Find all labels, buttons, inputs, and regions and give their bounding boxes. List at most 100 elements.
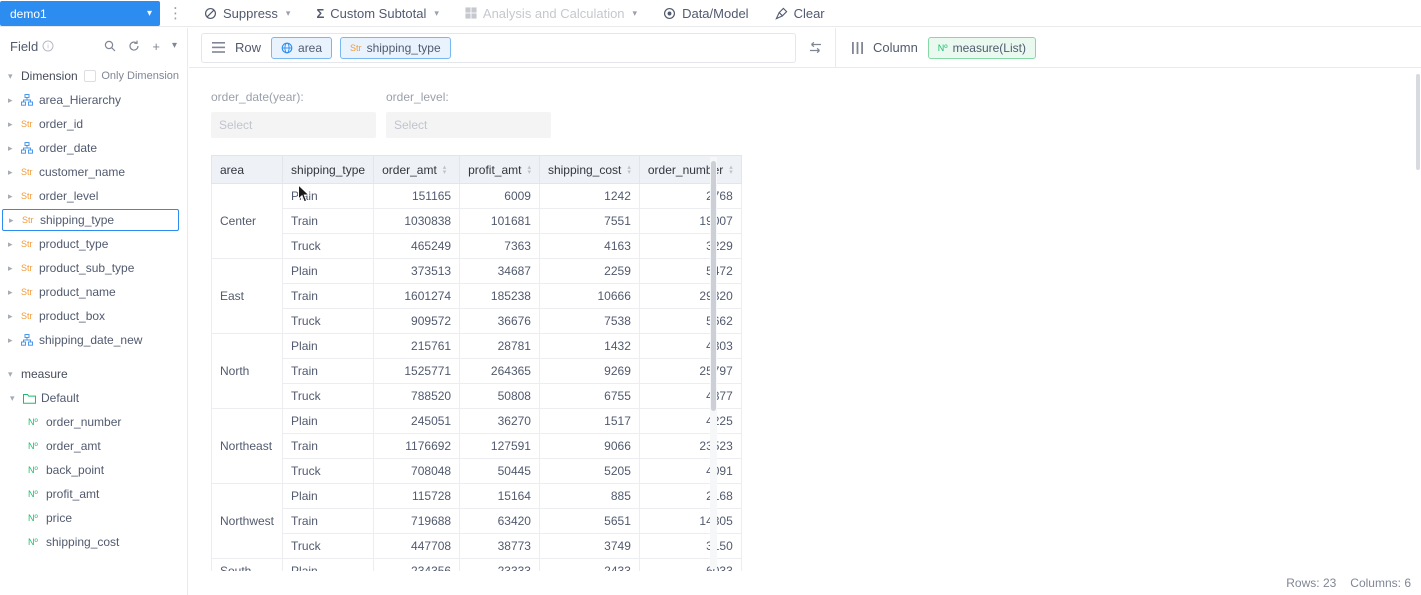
column-header-label: shipping_type — [291, 163, 365, 177]
caret-down-icon: ▾ — [633, 8, 638, 19]
pill-label: shipping_type — [367, 41, 441, 55]
field-item-label: product_name — [39, 285, 116, 299]
table-row: EastPlain3735133468722595472 — [212, 259, 742, 284]
sort-icon[interactable]: ▴▾ — [443, 165, 447, 175]
status-bar: Rows: 23 Columns: 6 — [1286, 576, 1411, 590]
filter-select-input[interactable] — [211, 112, 376, 138]
only-dimension-toggle[interactable]: Only Dimension — [84, 70, 187, 82]
field-item-shipping_type[interactable]: ▸Strshipping_type — [2, 209, 179, 231]
only-dimension-checkbox[interactable] — [84, 70, 96, 82]
toolbar-item-label: Suppress — [223, 6, 278, 21]
field-item-product_type[interactable]: ▸Strproduct_type — [0, 232, 187, 256]
field-item-shipping_cost[interactable]: Nºshipping_cost — [0, 530, 187, 554]
field-item-order_date[interactable]: ▸order_date — [0, 136, 187, 160]
shipping-type-cell: Truck — [283, 384, 374, 409]
shelf-pill-measure-List-[interactable]: Nºmeasure(List) — [928, 37, 1036, 59]
toolbar-clear[interactable]: Clear — [775, 6, 825, 21]
dimension-section-header[interactable]: ▾ Dimension Only Dimension — [0, 64, 187, 88]
value-cell: 6755 — [539, 384, 639, 409]
kebab-menu-icon[interactable]: ⋮ — [168, 4, 182, 22]
caret-right-icon: ▸ — [8, 191, 21, 202]
caret-down-icon: ▾ — [8, 71, 21, 82]
toolbar-item-label: Clear — [794, 6, 825, 21]
sort-icon[interactable]: ▴▾ — [729, 165, 733, 175]
field-item-price[interactable]: Nºprice — [0, 506, 187, 530]
shipping-type-cell: Train — [283, 434, 374, 459]
caret-down-icon: ▾ — [147, 8, 152, 19]
vertical-scrollbar[interactable] — [1416, 74, 1420, 170]
caret-down-icon: ▾ — [10, 393, 23, 404]
shelf-pill-shipping_type[interactable]: Strshipping_type — [340, 37, 451, 59]
measure-section-label: measure — [21, 367, 68, 381]
value-cell: 15164 — [460, 484, 540, 509]
search-icon[interactable] — [104, 40, 116, 52]
table-scrollbar-thumb[interactable] — [711, 161, 716, 411]
field-item-profit_amt[interactable]: Nºprofit_amt — [0, 482, 187, 506]
field-item-label: product_type — [39, 237, 108, 251]
measure-folder-label: Default — [41, 391, 79, 405]
field-item-shipping_date_new[interactable]: ▸shipping_date_new — [0, 328, 187, 352]
area-cell-Center: Center — [212, 184, 283, 259]
column-header-shipping_cost[interactable]: shipping_cost ▴▾ — [539, 156, 639, 184]
dataset-selector[interactable]: demo1 ▾ — [0, 1, 160, 26]
value-cell: 5205 — [539, 459, 639, 484]
filter-order_dateyear: order_date(year): — [211, 90, 376, 138]
caret-right-icon: ▸ — [8, 143, 21, 154]
sort-icon[interactable]: ▴▾ — [527, 165, 531, 175]
field-item-product_name[interactable]: ▸Strproduct_name — [0, 280, 187, 304]
value-cell: 36270 — [460, 409, 540, 434]
field-item-customer_name[interactable]: ▸Strcustomer_name — [0, 160, 187, 184]
value-cell: 3229 — [639, 234, 741, 259]
field-item-label: customer_name — [39, 165, 125, 179]
field-item-label: order_id — [39, 117, 83, 131]
table-row: SouthPlain2343562333324336033 — [212, 559, 742, 572]
measure-folder-default[interactable]: ▾ Default — [0, 386, 187, 410]
value-cell: 2433 — [539, 559, 639, 572]
sort-icon[interactable]: ▴▾ — [627, 165, 631, 175]
area-cell-North: North — [212, 334, 283, 409]
measure-section-header[interactable]: ▾ measure — [0, 362, 187, 386]
column-header-order_number[interactable]: order_number▴▾ — [639, 156, 741, 184]
table-row: Truck465249736341633229 — [212, 234, 742, 259]
column-header-order_amt[interactable]: order_amt▴▾ — [374, 156, 460, 184]
column-header-label: shipping_cost — [548, 163, 621, 177]
filter-select-input[interactable] — [386, 112, 551, 138]
number-type-icon: Nº — [28, 465, 46, 475]
field-item-order_id[interactable]: ▸Strorder_id — [0, 112, 187, 136]
value-cell: 4163 — [539, 234, 639, 259]
value-cell: 4091 — [639, 459, 741, 484]
field-item-order_amt[interactable]: Nºorder_amt — [0, 434, 187, 458]
field-item-label: order_number — [46, 415, 121, 429]
shipping-type-cell: Truck — [283, 234, 374, 259]
value-cell: 34687 — [460, 259, 540, 284]
field-sidebar: Field i + ▾ ▾ Dimension Only Dimension ▸… — [0, 28, 188, 595]
caret-down-icon[interactable]: ▾ — [172, 41, 177, 51]
field-item-order_number[interactable]: Nºorder_number — [0, 410, 187, 434]
value-cell: 28781 — [460, 334, 540, 359]
toolbar-data-model[interactable]: Data/Model — [663, 6, 748, 21]
toolbar-suppress[interactable]: Suppress▾ — [204, 6, 290, 21]
number-type-icon: Nº — [28, 537, 46, 547]
field-item-product_sub_type[interactable]: ▸Strproduct_sub_type — [0, 256, 187, 280]
field-item-order_level[interactable]: ▸Strorder_level — [0, 184, 187, 208]
value-cell: 909572 — [374, 309, 460, 334]
table-row: NorthwestPlain115728151648852168 — [212, 484, 742, 509]
hierarchy-icon — [21, 142, 39, 154]
swap-axes-icon[interactable] — [808, 41, 823, 54]
plus-icon[interactable]: + — [152, 40, 160, 53]
dataset-name: demo1 — [10, 7, 47, 21]
toolbar-custom-subtotal[interactable]: ΣCustom Subtotal▾ — [316, 6, 438, 21]
field-item-back_point[interactable]: Nºback_point — [0, 458, 187, 482]
field-item-label: order_level — [39, 189, 98, 203]
column-header-shipping_type: shipping_type — [283, 156, 374, 184]
value-cell: 1242 — [539, 184, 639, 209]
shelf-pill-area[interactable]: area — [271, 37, 332, 59]
table-scrollbar[interactable] — [710, 157, 717, 569]
value-cell: 373513 — [374, 259, 460, 284]
column-header-profit_amt[interactable]: profit_amt▴▾ — [460, 156, 540, 184]
value-cell: 1432 — [539, 334, 639, 359]
field-item-product_box[interactable]: ▸Strproduct_box — [0, 304, 187, 328]
field-item-area_Hierarchy[interactable]: ▸area_Hierarchy — [0, 88, 187, 112]
refresh-icon[interactable] — [128, 40, 140, 52]
shipping-type-cell: Train — [283, 209, 374, 234]
